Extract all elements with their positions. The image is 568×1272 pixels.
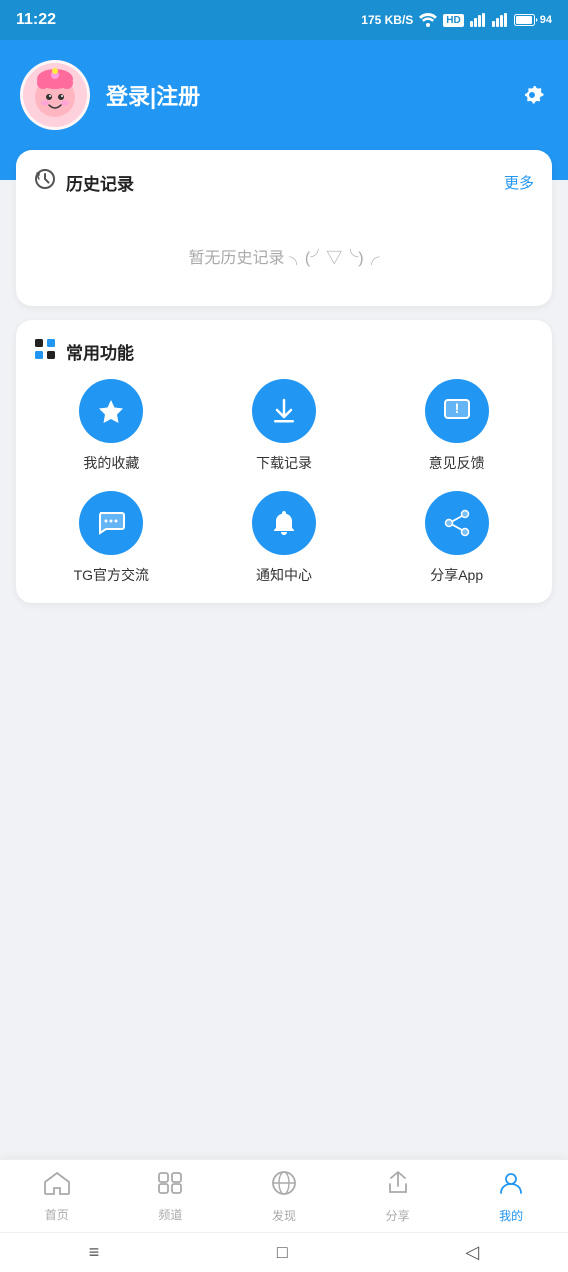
feedback-button[interactable]: ! 意见反馈	[379, 379, 534, 473]
downloads-button[interactable]: 下载记录	[207, 379, 362, 473]
channel-nav-label: 频道	[158, 1206, 182, 1223]
header-left: 登录|注册	[20, 60, 200, 130]
favorites-icon	[79, 379, 143, 443]
functions-title: 常用功能	[66, 339, 134, 364]
history-icon	[34, 168, 56, 196]
settings-button[interactable]	[516, 79, 548, 111]
channel-nav-icon	[157, 1171, 183, 1202]
functions-header-left: 常用功能	[34, 338, 134, 365]
system-bar: ≡ □ ◁	[0, 1232, 568, 1272]
menu-system-button[interactable]: ≡	[89, 1242, 100, 1263]
tg-chat-icon	[79, 491, 143, 555]
notifications-label: 通知中心	[256, 565, 312, 585]
share-app-icon	[425, 491, 489, 555]
signal-4g-icon	[470, 13, 486, 27]
favorites-button[interactable]: 我的收藏	[34, 379, 189, 473]
profile-nav-icon	[498, 1170, 524, 1203]
battery-level: 94	[540, 14, 552, 26]
tg-chat-label: TG官方交流	[74, 565, 149, 585]
status-time: 11:22	[16, 11, 56, 29]
status-bar: 11:22 175 KB/S HD	[0, 0, 568, 40]
signal-5g-icon	[492, 13, 508, 27]
nav-share[interactable]: 分享	[368, 1170, 428, 1224]
svg-text:!: !	[454, 400, 459, 416]
profile-nav-label: 我的	[499, 1207, 523, 1224]
avatar[interactable]	[20, 60, 90, 130]
nav-home[interactable]: 首页	[27, 1171, 87, 1223]
feedback-icon: !	[425, 379, 489, 443]
share-nav-icon	[385, 1170, 411, 1203]
downloads-label: 下载记录	[256, 453, 312, 473]
login-register-label[interactable]: 登录|注册	[106, 79, 200, 111]
nav-discover[interactable]: 发现	[254, 1170, 314, 1224]
history-empty-state: 暂无历史记录 ╮(╯▽╰)╭	[34, 204, 534, 288]
history-more-button[interactable]: 更多	[504, 172, 534, 193]
history-title: 历史记录	[66, 170, 134, 195]
discover-nav-label: 发现	[272, 1207, 296, 1224]
notifications-icon	[252, 491, 316, 555]
nav-profile[interactable]: 我的	[481, 1170, 541, 1224]
history-card: 历史记录 更多 暂无历史记录 ╮(╯▽╰)╭	[16, 150, 552, 306]
downloads-icon	[252, 379, 316, 443]
functions-grid: 我的收藏 下载记录 !	[34, 379, 534, 585]
home-nav-icon	[44, 1171, 70, 1202]
share-app-label: 分享App	[430, 565, 483, 585]
hd-badge: HD	[443, 14, 463, 27]
favorites-label: 我的收藏	[83, 453, 139, 473]
notifications-button[interactable]: 通知中心	[207, 491, 362, 585]
discover-nav-icon	[271, 1170, 297, 1203]
tg-chat-button[interactable]: TG官方交流	[34, 491, 189, 585]
back-system-button[interactable]: ◁	[465, 1242, 479, 1263]
functions-card: 常用功能 我的收藏	[16, 320, 552, 603]
status-icons: 175 KB/S HD	[361, 13, 552, 27]
functions-grid-icon	[34, 338, 56, 365]
history-header-left: 历史记录	[34, 168, 134, 196]
feedback-label: 意见反馈	[429, 453, 485, 473]
home-system-button[interactable]: □	[277, 1242, 288, 1263]
home-nav-label: 首页	[45, 1206, 69, 1223]
functions-card-header: 常用功能	[34, 338, 534, 365]
history-empty-text: 暂无历史记录 ╮(╯▽╰)╭	[188, 250, 379, 267]
bottom-nav: 首页 频道 发现 分享	[0, 1159, 568, 1232]
wifi-icon	[419, 13, 437, 27]
main-content: 历史记录 更多 暂无历史记录 ╮(╯▽╰)╭ 常用功能	[0, 150, 568, 717]
nav-channel[interactable]: 频道	[140, 1171, 200, 1223]
battery-icon: 94	[514, 14, 552, 26]
network-speed: 175 KB/S	[361, 13, 413, 27]
share-app-button[interactable]: 分享App	[379, 491, 534, 585]
share-nav-label: 分享	[386, 1207, 410, 1224]
history-card-header: 历史记录 更多	[34, 168, 534, 196]
